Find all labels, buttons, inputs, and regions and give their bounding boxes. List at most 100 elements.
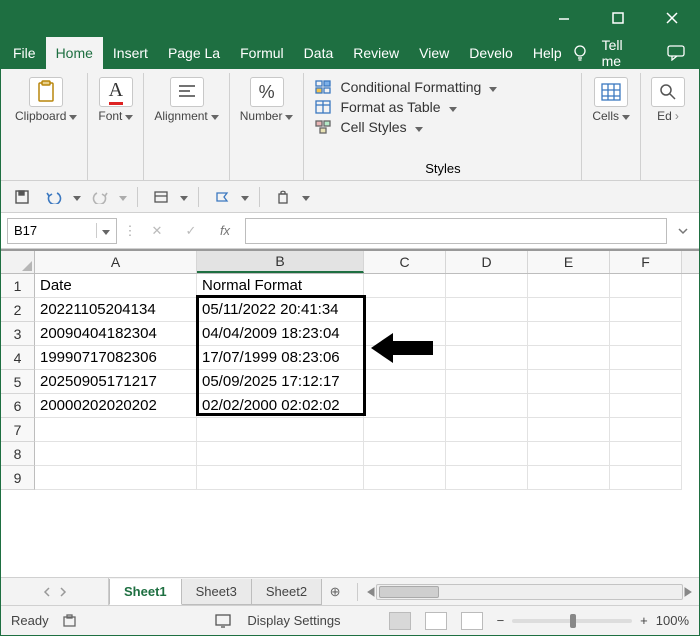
close-button[interactable] <box>649 3 695 33</box>
cell-F9[interactable] <box>610 466 682 490</box>
expand-formula-bar[interactable] <box>673 225 693 237</box>
cell-A9[interactable] <box>35 466 197 490</box>
row-header-4[interactable]: 4 <box>1 346 35 370</box>
cell-A4[interactable]: 19990717082306 <box>35 346 197 370</box>
cell-B4[interactable]: 17/07/1999 08:23:06 <box>197 346 364 370</box>
cell-D7[interactable] <box>446 418 528 442</box>
insert-function-button[interactable]: fx <box>211 218 239 244</box>
cell-styles-button[interactable]: Cell Styles <box>314 117 571 137</box>
col-header-F[interactable]: F <box>610 251 682 273</box>
tab-view[interactable]: View <box>409 37 459 69</box>
sheet-tab-1[interactable]: Sheet1 <box>109 579 182 605</box>
zoom-out-button[interactable]: − <box>497 613 505 628</box>
display-settings-icon[interactable] <box>215 614 233 628</box>
cell-F5[interactable] <box>610 370 682 394</box>
cell-D1[interactable] <box>446 274 528 298</box>
cell-C6[interactable] <box>364 394 446 418</box>
cell-E2[interactable] <box>528 298 610 322</box>
cell-C5[interactable] <box>364 370 446 394</box>
save-button[interactable] <box>9 185 35 209</box>
minimize-button[interactable] <box>541 3 587 33</box>
cell-D2[interactable] <box>446 298 528 322</box>
cell-F4[interactable] <box>610 346 682 370</box>
row-header-5[interactable]: 5 <box>1 370 35 394</box>
conditional-formatting-button[interactable]: Conditional Formatting <box>314 77 571 97</box>
zoom-level[interactable]: 100% <box>656 613 689 628</box>
cell-C7[interactable] <box>364 418 446 442</box>
cell-E4[interactable] <box>528 346 610 370</box>
cancel-formula-button[interactable]: ✕ <box>143 218 171 244</box>
row-header-9[interactable]: 9 <box>1 466 35 490</box>
number-dropdown[interactable]: % Number <box>240 75 294 123</box>
cell-D9[interactable] <box>446 466 528 490</box>
zoom-slider[interactable] <box>570 614 576 628</box>
cell-F7[interactable] <box>610 418 682 442</box>
cell-B9[interactable] <box>197 466 364 490</box>
cell-E9[interactable] <box>528 466 610 490</box>
formula-input[interactable] <box>245 218 667 244</box>
macro-record-icon[interactable] <box>63 614 79 628</box>
tab-data[interactable]: Data <box>294 37 344 69</box>
view-normal-button[interactable] <box>389 612 411 630</box>
cell-A3[interactable]: 20090404182304 <box>35 322 197 346</box>
format-as-table-button[interactable]: Format as Table <box>314 97 571 117</box>
col-header-D[interactable]: D <box>446 251 528 273</box>
select-all-button[interactable] <box>1 251 35 273</box>
display-settings-label[interactable]: Display Settings <box>247 613 340 628</box>
horizontal-scrollbar[interactable] <box>366 584 699 600</box>
cell-C2[interactable] <box>364 298 446 322</box>
cell-D4[interactable] <box>446 346 528 370</box>
tab-help[interactable]: Help <box>523 37 572 69</box>
redo-button[interactable] <box>87 185 113 209</box>
cell-F6[interactable] <box>610 394 682 418</box>
maximize-button[interactable] <box>595 3 641 33</box>
qat-button-1[interactable] <box>148 185 174 209</box>
tab-home[interactable]: Home <box>46 37 103 69</box>
cell-E5[interactable] <box>528 370 610 394</box>
comments-icon[interactable] <box>667 45 687 61</box>
qat-button-2[interactable] <box>209 185 235 209</box>
row-header-7[interactable]: 7 <box>1 418 35 442</box>
qat-dropdown-1[interactable] <box>180 189 188 204</box>
alignment-dropdown[interactable]: Alignment <box>154 75 218 123</box>
zoom-in-button[interactable]: + <box>640 613 648 628</box>
cell-A1[interactable]: Date <box>35 274 197 298</box>
cell-B8[interactable] <box>197 442 364 466</box>
cell-D5[interactable] <box>446 370 528 394</box>
col-header-C[interactable]: C <box>364 251 446 273</box>
cell-F3[interactable] <box>610 322 682 346</box>
col-header-A[interactable]: A <box>35 251 197 273</box>
row-header-3[interactable]: 3 <box>1 322 35 346</box>
undo-dropdown[interactable] <box>73 189 81 204</box>
cell-B1[interactable]: Normal Format <box>197 274 364 298</box>
cell-F1[interactable] <box>610 274 682 298</box>
name-box-dropdown[interactable] <box>96 223 110 238</box>
col-header-E[interactable]: E <box>528 251 610 273</box>
cell-A8[interactable] <box>35 442 197 466</box>
cell-F2[interactable] <box>610 298 682 322</box>
redo-dropdown[interactable] <box>119 189 127 204</box>
cell-E3[interactable] <box>528 322 610 346</box>
qat-dropdown-3[interactable] <box>302 189 310 204</box>
cell-E7[interactable] <box>528 418 610 442</box>
row-header-2[interactable]: 2 <box>1 298 35 322</box>
tab-insert[interactable]: Insert <box>103 37 158 69</box>
tab-file[interactable]: File <box>3 37 46 69</box>
row-header-6[interactable]: 6 <box>1 394 35 418</box>
cell-C8[interactable] <box>364 442 446 466</box>
tab-formulas[interactable]: Formul <box>230 37 294 69</box>
paste-button[interactable]: Clipboard <box>15 75 77 123</box>
undo-button[interactable] <box>41 185 67 209</box>
tab-page-layout[interactable]: Page La <box>158 37 230 69</box>
editing-dropdown[interactable]: Ed› <box>651 75 685 123</box>
cell-D3[interactable] <box>446 322 528 346</box>
sheet-nav[interactable] <box>1 578 109 605</box>
cell-B7[interactable] <box>197 418 364 442</box>
cell-D8[interactable] <box>446 442 528 466</box>
new-sheet-button[interactable]: ⊕ <box>321 584 349 600</box>
sheet-tab-3[interactable]: Sheet2 <box>251 579 322 605</box>
sheet-tab-2[interactable]: Sheet3 <box>181 579 252 605</box>
font-dropdown[interactable]: A Font <box>98 75 133 123</box>
cell-A7[interactable] <box>35 418 197 442</box>
cell-C9[interactable] <box>364 466 446 490</box>
